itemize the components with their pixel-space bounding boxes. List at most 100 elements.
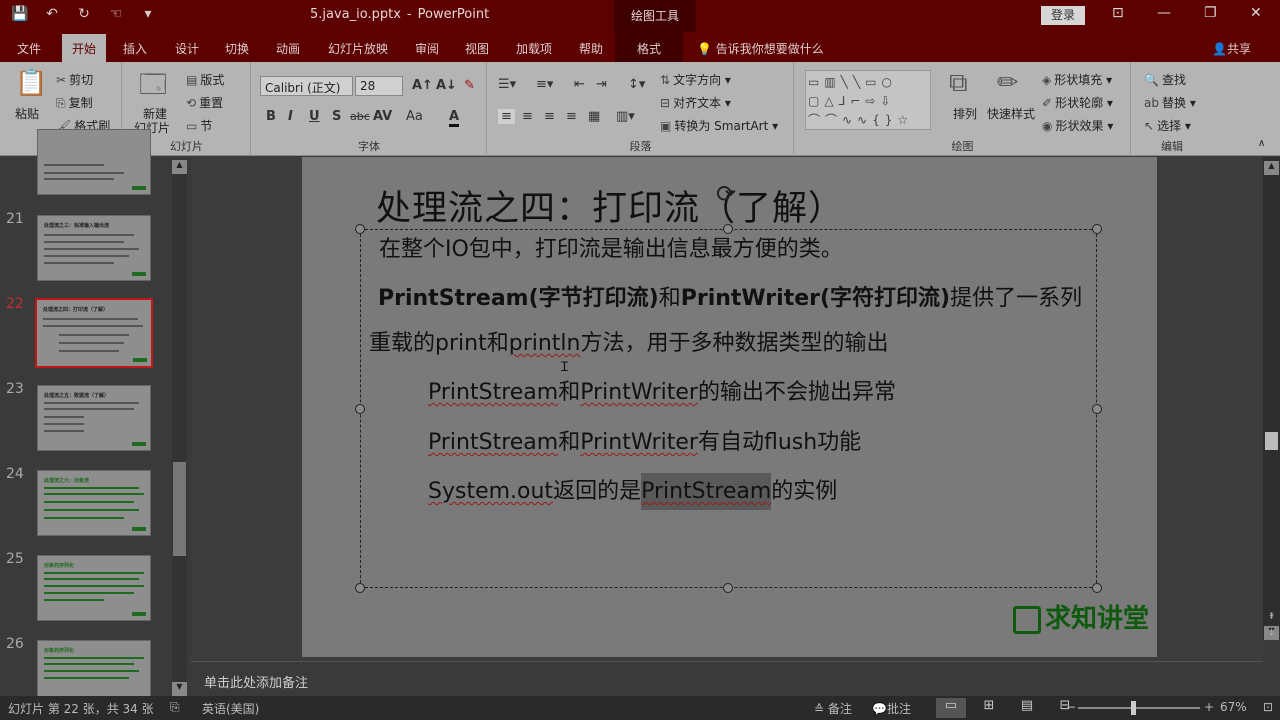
resize-handle[interactable] — [1092, 224, 1102, 234]
clear-format-icon[interactable]: ✎ — [464, 78, 475, 93]
paste-icon[interactable]: 📋 — [15, 68, 47, 98]
layout-button[interactable]: ▤ 版式 — [186, 71, 224, 88]
notes-toggle[interactable]: ≙ 备注 — [814, 700, 852, 717]
font-name-dropdown[interactable]: Calibri (正文) — [260, 76, 353, 96]
redo-icon[interactable]: ↻ — [74, 6, 94, 22]
underline-button[interactable]: U — [309, 109, 320, 124]
shapes-gallery[interactable]: ▭▥╲╲▭○ ▢△⅃⌐⇨⇩ ⌒⌒∿∿{}☆ — [805, 70, 931, 130]
resize-handle[interactable] — [355, 583, 365, 593]
scroll-down-icon[interactable]: ▼ — [172, 682, 187, 696]
tab-insert[interactable]: 插入 — [123, 40, 147, 57]
align-center-icon[interactable]: ≡ — [522, 109, 533, 124]
undo-icon[interactable]: ↶ — [42, 6, 62, 22]
tab-design[interactable]: 设计 — [175, 40, 199, 57]
line-spacing-icon[interactable]: ↕▾ — [628, 77, 645, 92]
tab-review[interactable]: 审阅 — [415, 40, 439, 57]
close-icon[interactable]: ✕ — [1250, 5, 1262, 21]
change-case-button[interactable]: Aa — [406, 109, 423, 124]
customize-qat-icon[interactable]: ▾ — [138, 6, 158, 22]
resize-handle[interactable] — [355, 224, 365, 234]
section-button[interactable]: ▭ 节 — [186, 117, 212, 134]
justify-icon[interactable]: ≡ — [566, 109, 577, 124]
resize-handle[interactable] — [355, 404, 365, 414]
scrollbar-thumb[interactable] — [1265, 432, 1278, 450]
save-icon[interactable]: 💾 — [10, 6, 30, 22]
tab-format[interactable]: 格式 — [615, 32, 684, 62]
slide-text-line[interactable]: 重载的print和println方法，用于多种数据类型的输出 — [369, 325, 889, 357]
font-color-button[interactable]: A — [449, 109, 460, 127]
paste-button[interactable]: 粘贴 — [15, 105, 39, 122]
slide-thumbnail[interactable]: 对象的序列化 — [37, 555, 151, 621]
char-spacing-button[interactable]: AV — [373, 109, 392, 124]
select-button[interactable]: ↖ 选择 ▾ — [1144, 117, 1191, 134]
zoom-slider[interactable] — [1078, 707, 1200, 709]
slide-title[interactable]: 处理流之四：打印流（了解） — [376, 180, 844, 231]
bullet-line[interactable]: PrintStream和PrintWriter的输出不会抛出异常 — [428, 374, 896, 406]
touch-mode-icon[interactable]: ☜ — [106, 6, 126, 22]
italic-button[interactable]: I — [288, 109, 293, 124]
shadow-button[interactable]: S — [332, 109, 341, 124]
shape-fill-button[interactable]: ◈ 形状填充 ▾ — [1042, 71, 1112, 88]
previous-slide-icon[interactable]: ⇞ — [1264, 612, 1279, 626]
arrange-icon[interactable]: ⧉ — [949, 68, 968, 99]
slide-thumbnail[interactable]: 处理流之三：标准输入输出流 — [37, 215, 151, 281]
reset-button[interactable]: ⟲ 重置 — [186, 94, 223, 111]
tab-slideshow[interactable]: 幻灯片放映 — [328, 40, 388, 57]
slide-thumbnail-selected[interactable]: 处理流之四：打印流（了解） — [35, 298, 153, 368]
notes-pane[interactable]: 单击此处添加备注 — [191, 661, 1263, 696]
slide-text-line[interactable]: PrintStream(字节打印流)和PrintWriter(字符打印流)提供了… — [378, 280, 1082, 312]
rotate-handle-icon[interactable]: ⟳ — [716, 180, 736, 208]
zoom-out-icon[interactable]: − — [1066, 700, 1076, 714]
accessibility-icon[interactable]: ⎘ — [170, 700, 180, 715]
columns-icon[interactable]: ▥▾ — [616, 109, 635, 124]
maximize-icon[interactable]: ❐ — [1204, 5, 1217, 21]
tell-me-search[interactable]: 💡 告诉我你想要做什么 — [697, 40, 824, 57]
text-direction-button[interactable]: ⇅ 文字方向 ▾ — [660, 71, 731, 88]
scrollbar-thumb[interactable] — [173, 462, 186, 556]
reading-view-icon[interactable]: ▤ — [1012, 698, 1042, 718]
new-slide-icon[interactable]: 🗔 — [139, 66, 167, 110]
bold-button[interactable]: B — [266, 109, 276, 124]
slide-thumbnail[interactable]: 处理流之六：对象流 — [37, 470, 151, 536]
zoom-in-icon[interactable]: + — [1204, 700, 1214, 714]
collapse-ribbon-icon[interactable]: ∧ — [1258, 138, 1265, 149]
arrange-button[interactable]: 排列 — [953, 105, 977, 122]
slide-thumbnail[interactable] — [37, 129, 151, 195]
copy-button[interactable]: ⎘ 复制 — [56, 94, 93, 111]
smartart-button[interactable]: ▣ 转换为 SmartArt ▾ — [660, 117, 778, 134]
slide-scrollbar[interactable]: ▲ ▼ — [1263, 157, 1280, 640]
shape-outline-button[interactable]: ✐ 形状轮廓 ▾ — [1042, 94, 1113, 111]
resize-handle[interactable] — [1092, 404, 1102, 414]
minimize-icon[interactable]: — — [1157, 5, 1171, 21]
numbering-icon[interactable]: ≡▾ — [536, 77, 553, 92]
replace-button[interactable]: ab 替换 ▾ — [1144, 94, 1196, 111]
bullets-icon[interactable]: ☰▾ — [498, 77, 516, 92]
find-button[interactable]: 🔍 查找 — [1144, 71, 1186, 88]
slide-thumbnail[interactable]: 处理流之五：数据流（了解） — [37, 385, 151, 451]
resize-handle[interactable] — [1092, 583, 1102, 593]
tab-animations[interactable]: 动画 — [276, 40, 300, 57]
comments-toggle[interactable]: 💬批注 — [872, 700, 911, 717]
shape-effects-button[interactable]: ◉ 形状效果 ▾ — [1042, 117, 1113, 134]
shrink-font-icon[interactable]: A↓ — [436, 78, 457, 93]
language-indicator[interactable]: 英语(美国) — [202, 700, 259, 717]
slide-sorter-icon[interactable]: ⊞ — [974, 698, 1004, 718]
login-button[interactable]: 登录 — [1041, 6, 1085, 25]
increase-indent-icon[interactable]: ⇥ — [596, 77, 607, 92]
share-button[interactable]: 👤共享 — [1212, 40, 1251, 57]
slide-text-line[interactable]: 在整个IO包中，打印流是输出信息最方便的类。 — [379, 231, 843, 263]
next-slide-icon[interactable]: ⇟ — [1264, 628, 1279, 642]
tab-addins[interactable]: 加载项 — [516, 40, 552, 57]
tab-help[interactable]: 帮助 — [579, 40, 603, 57]
distributed-icon[interactable]: ▦ — [588, 109, 600, 124]
bullet-line[interactable]: PrintStream和PrintWriter有自动flush功能 — [428, 424, 861, 456]
tab-file[interactable]: 文件 — [17, 40, 41, 57]
scroll-up-icon[interactable]: ▲ — [1264, 161, 1279, 175]
strikethrough-button[interactable]: abc — [350, 110, 370, 123]
cut-button[interactable]: ✂ 剪切 — [56, 71, 93, 88]
ribbon-display-options-icon[interactable]: ⊡ — [1112, 5, 1124, 21]
tab-view[interactable]: 视图 — [465, 40, 489, 57]
quick-styles-icon[interactable]: ✏ — [997, 68, 1019, 98]
zoom-level[interactable]: 67% — [1220, 700, 1247, 714]
align-left-icon[interactable]: ≡ — [498, 109, 515, 124]
